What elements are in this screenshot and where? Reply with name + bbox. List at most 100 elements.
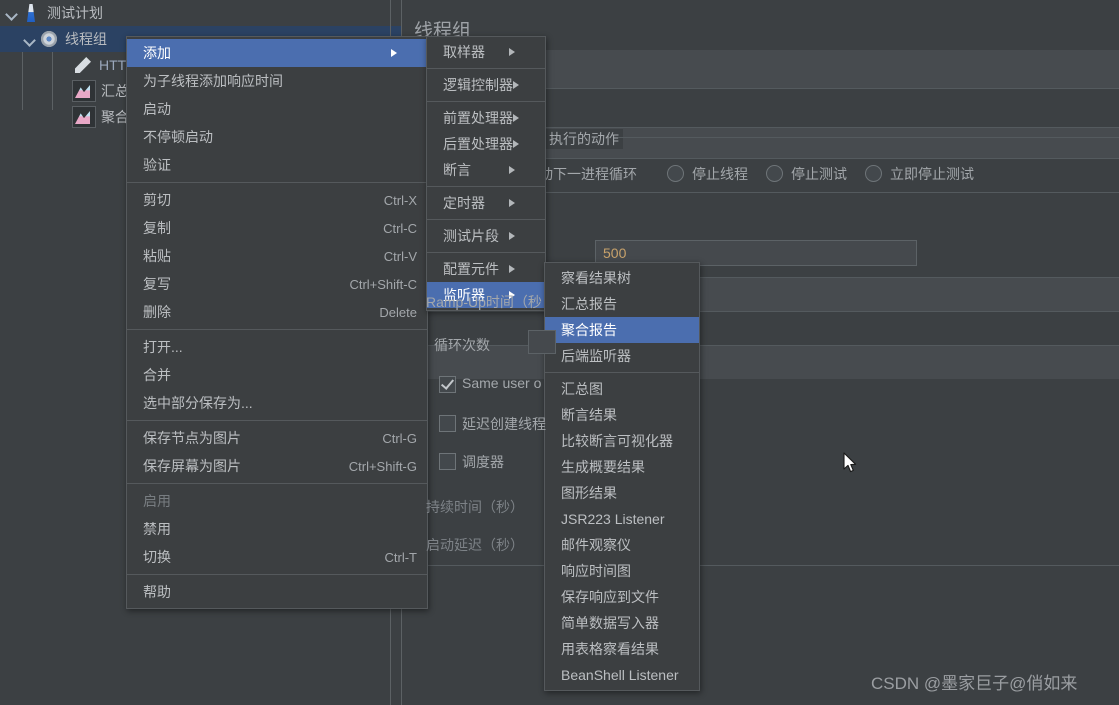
watermark: CSDN @墨家巨子@俏如来: [871, 674, 1078, 693]
panel-divider: [402, 565, 1119, 566]
menu-item-label: 切换: [143, 549, 171, 565]
menu-item[interactable]: 合并: [127, 361, 427, 389]
menu-item-shortcut: Ctrl-V: [383, 248, 417, 264]
menu-item-label: 响应时间图: [561, 563, 631, 579]
menu-item[interactable]: BeanShell Listener: [545, 662, 699, 688]
menu-item-label: 后置处理器: [443, 136, 513, 152]
radio-label-stop-thread: 停止线程: [692, 166, 748, 182]
menu-separator: [427, 101, 545, 102]
add-submenu[interactable]: 取样器 逻辑控制器 前置处理器 后置处理器 断言 定时器 测试片段 配置元件 监听器: [426, 36, 546, 311]
menu-item[interactable]: 启动: [127, 95, 427, 123]
menu-item[interactable]: 生成概要结果: [545, 454, 699, 480]
menu-item[interactable]: 删除 Delete: [127, 298, 427, 326]
menu-item[interactable]: 切换 Ctrl-T: [127, 543, 427, 571]
menu-item[interactable]: 为子线程添加响应时间: [127, 67, 427, 95]
chevron-right-icon: [509, 232, 535, 240]
menu-item[interactable]: 简单数据写入器: [545, 610, 699, 636]
mouse-cursor: [843, 452, 857, 473]
menu-item-label: 生成概要结果: [561, 459, 645, 475]
menu-item[interactable]: 后置处理器: [427, 131, 545, 157]
menu-item-label: 比较断言可视化器: [561, 433, 673, 449]
menu-separator: [545, 372, 699, 373]
menu-item-label: 禁用: [143, 521, 171, 537]
tree-item-http-request[interactable]: HTT: [72, 52, 126, 78]
menu-item-shortcut: Ctrl-T: [384, 549, 418, 565]
menu-item-label: 验证: [143, 157, 171, 173]
menu-item[interactable]: 逻辑控制器: [427, 72, 545, 98]
menu-item[interactable]: 后端监听器: [545, 343, 699, 369]
menu-item[interactable]: 剪切 Ctrl-X: [127, 186, 427, 214]
context-menu[interactable]: 添加为子线程添加响应时间启动 不停顿启动验证剪切 Ctrl-X 复制 Ctrl-C 粘贴 C…: [126, 36, 428, 609]
menu-item[interactable]: 保存节点为图片 Ctrl-G: [127, 424, 427, 452]
chevron-down-icon[interactable]: [22, 31, 38, 47]
menu-item[interactable]: JSR223 Listener: [545, 506, 699, 532]
menu-item[interactable]: 复写 Ctrl+Shift-C: [127, 270, 427, 298]
menu-item[interactable]: 验证: [127, 151, 427, 179]
chevron-right-icon: [513, 81, 539, 89]
menu-item-shortcut: Ctrl-C: [383, 220, 417, 236]
menu-item-shortcut: Delete: [379, 304, 417, 320]
menu-item[interactable]: 定时器: [427, 190, 545, 216]
menu-item[interactable]: 邮件观察仪: [545, 532, 699, 558]
menu-item[interactable]: 比较断言可视化器: [545, 428, 699, 454]
menu-item-label: 配置元件: [443, 261, 499, 277]
menu-item[interactable]: 图形结果: [545, 480, 699, 506]
menu-item-label: 图形结果: [561, 485, 617, 501]
menu-separator: [127, 574, 427, 575]
menu-item[interactable]: 保存屏幕为图片 Ctrl+Shift-G: [127, 452, 427, 480]
radio-stop-test[interactable]: [766, 165, 783, 182]
menu-item[interactable]: 打开...: [127, 333, 427, 361]
menu-item-label: 逻辑控制器: [443, 77, 513, 93]
action-group-legend: 执行的动作: [545, 129, 623, 149]
chevron-right-icon: [513, 114, 539, 122]
menu-item[interactable]: 复制 Ctrl-C: [127, 214, 427, 242]
loop-count-input[interactable]: [528, 330, 556, 354]
menu-item-label: 复写: [143, 276, 171, 292]
checkbox-delay-thread-creation[interactable]: [439, 415, 456, 432]
tree-item-summary-report[interactable]: 汇总: [72, 78, 129, 104]
menu-item-label: 添加: [143, 45, 171, 61]
radio-stop-thread[interactable]: [667, 165, 684, 182]
menu-item[interactable]: 不停顿启动: [127, 123, 427, 151]
menu-item[interactable]: 察看结果树: [545, 265, 699, 291]
menu-item[interactable]: 配置元件: [427, 256, 545, 282]
chevron-right-icon: [509, 265, 535, 273]
menu-item-label: 为子线程添加响应时间: [143, 73, 283, 89]
gear-icon: [38, 28, 60, 50]
menu-item[interactable]: 保存响应到文件: [545, 584, 699, 610]
checkbox-scheduler[interactable]: [439, 453, 456, 470]
tree-item-aggregate-report[interactable]: 聚合: [72, 104, 129, 130]
menu-separator: [127, 483, 427, 484]
chevron-right-icon: [509, 199, 535, 207]
menu-item[interactable]: 粘贴 Ctrl-V: [127, 242, 427, 270]
menu-item[interactable]: 取样器: [427, 39, 545, 65]
menu-item[interactable]: 前置处理器: [427, 105, 545, 131]
menu-item[interactable]: 汇总图: [545, 376, 699, 402]
menu-item[interactable]: 汇总报告: [545, 291, 699, 317]
menu-item[interactable]: 添加: [127, 39, 427, 67]
menu-separator: [427, 186, 545, 187]
chevron-right-icon: [513, 140, 539, 148]
menu-separator: [127, 420, 427, 421]
tree-item-test-plan[interactable]: 测试计划: [4, 0, 103, 26]
menu-item-shortcut: Ctrl-X: [383, 192, 417, 208]
menu-item-label: 帮助: [143, 584, 171, 600]
ramp-up-label: Ramp-Up时间（秒: [426, 294, 542, 310]
chart-icon: [72, 106, 96, 128]
chevron-down-icon[interactable]: [4, 5, 20, 21]
menu-item[interactable]: 帮助: [127, 578, 427, 606]
menu-item[interactable]: 选中部分保存为...: [127, 389, 427, 417]
flask-icon: [20, 2, 42, 24]
menu-item[interactable]: 禁用: [127, 515, 427, 543]
checkbox-same-user[interactable]: [439, 376, 456, 393]
menu-item[interactable]: 断言: [427, 157, 545, 183]
menu-item[interactable]: 测试片段: [427, 223, 545, 249]
listener-submenu[interactable]: 察看结果树 汇总报告 聚合报告 后端监听器汇总图 断言结果比较断言可视化器 生成概要结果图…: [544, 262, 700, 691]
menu-item[interactable]: 用表格察看结果: [545, 636, 699, 662]
menu-item[interactable]: 响应时间图: [545, 558, 699, 584]
menu-item[interactable]: 断言结果: [545, 402, 699, 428]
chevron-right-icon: [509, 166, 535, 174]
menu-item-shortcut: Ctrl-G: [382, 430, 417, 446]
menu-item[interactable]: 聚合报告: [545, 317, 699, 343]
radio-stop-test-now[interactable]: [865, 165, 882, 182]
